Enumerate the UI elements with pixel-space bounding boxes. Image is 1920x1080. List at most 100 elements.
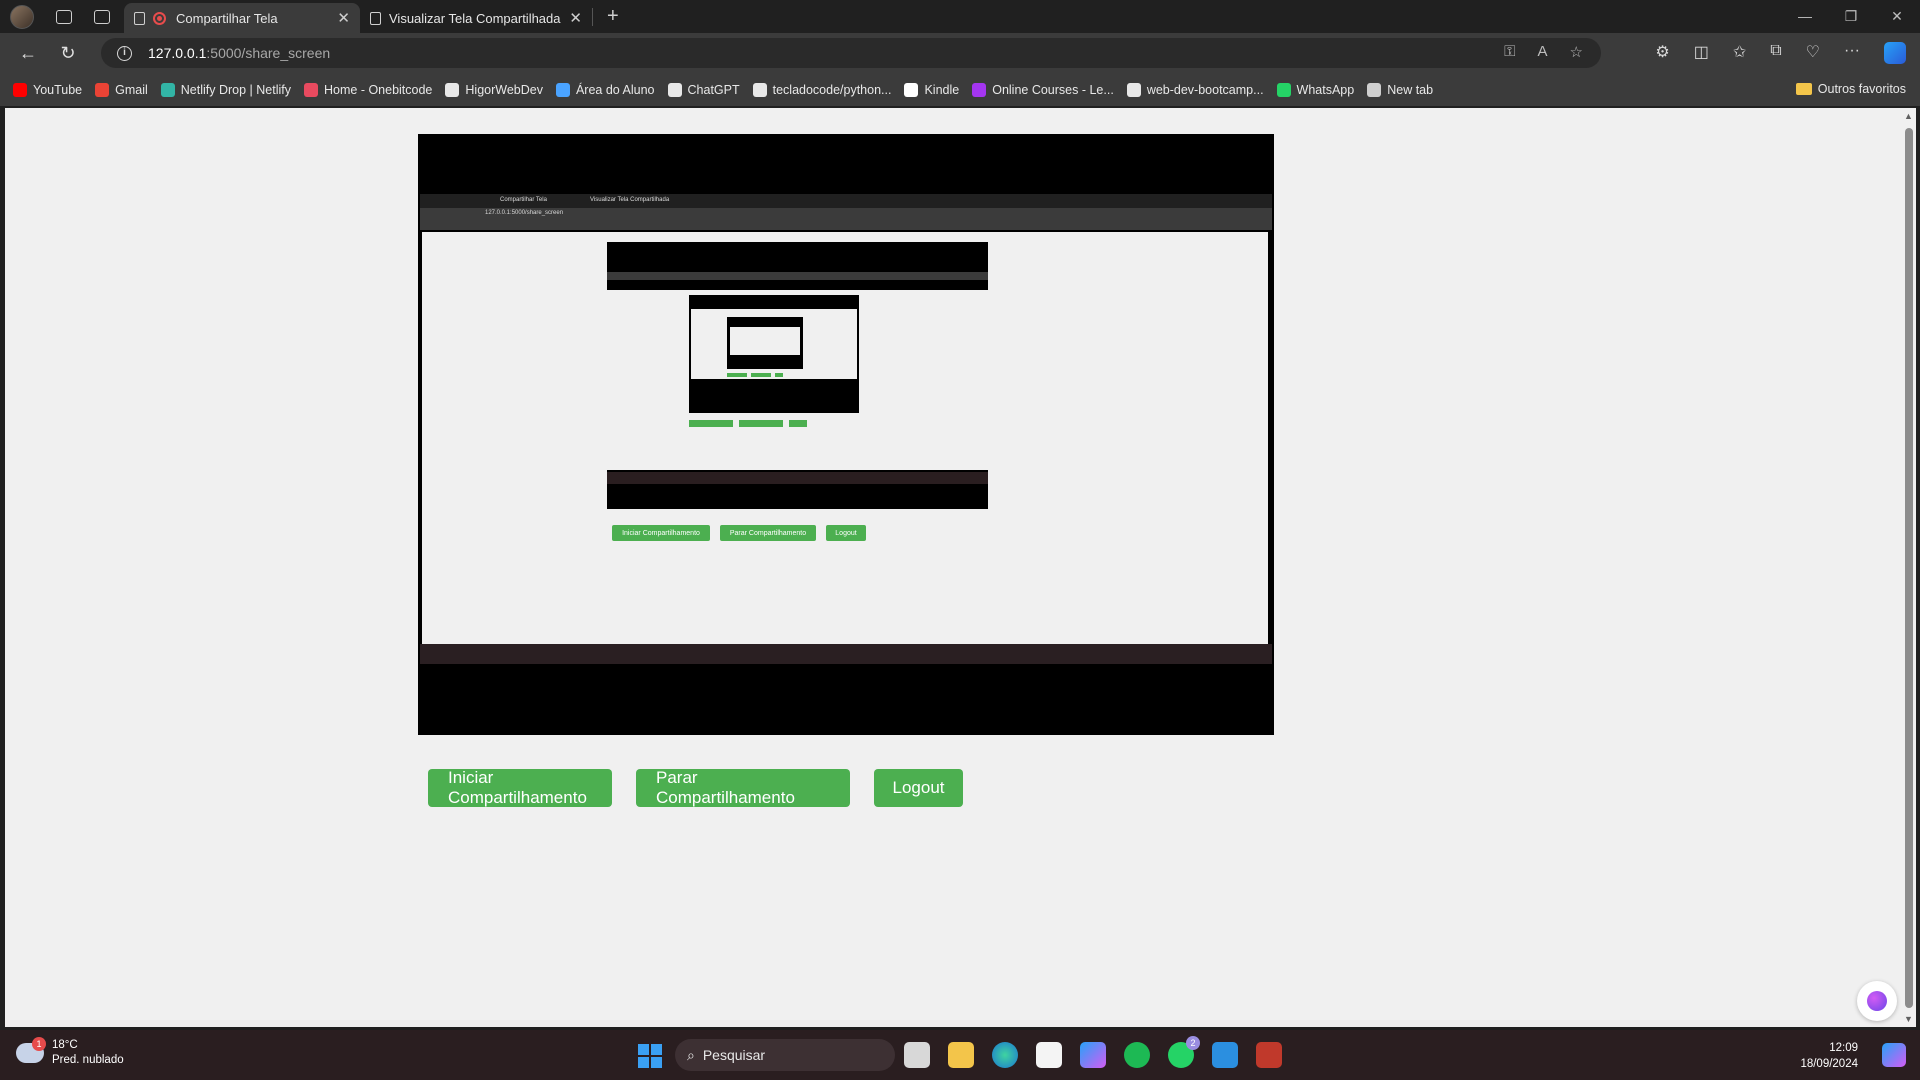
bookmark-item[interactable]: YouTube (13, 83, 82, 97)
close-window-button[interactable]: ✕ (1874, 0, 1920, 33)
file-explorer-icon[interactable] (948, 1042, 974, 1068)
copilot-app-icon[interactable] (1080, 1042, 1106, 1068)
favorite-star-icon[interactable]: ☆ (1570, 43, 1583, 61)
weather-badge: 1 (32, 1037, 46, 1051)
bookmark-label: Netlify Drop | Netlify (180, 83, 291, 97)
bookmark-item[interactable]: Área do Aluno (555, 83, 655, 97)
captured-start-button: Iniciar Compartilhamento (612, 525, 710, 541)
copilot-notification-icon[interactable] (1882, 1043, 1906, 1067)
vscode-icon[interactable] (1212, 1042, 1238, 1068)
captured-stop-button: Parar Compartilhamento (720, 525, 816, 541)
weather-desc: Pred. nublado (52, 1054, 124, 1066)
other-favorites[interactable]: Outros favoritos (1795, 82, 1906, 96)
bookmark-item[interactable]: web-dev-bootcamp... (1126, 83, 1264, 97)
scroll-down-arrow[interactable]: ▼ (1904, 1014, 1913, 1024)
folder-icon (1795, 83, 1812, 95)
taskbar-search[interactable]: ⌕ Pesquisar (675, 1039, 895, 1071)
github-icon (752, 83, 767, 97)
chatgpt-icon (667, 83, 682, 97)
bookmark-item[interactable]: Online Courses - Le... (972, 83, 1114, 97)
system-clock[interactable]: 12:09 18/09/2024 (1800, 1040, 1858, 1072)
bookmark-label: HigorWebDev (465, 83, 543, 97)
page-heading-cut: ▀ ▀▀ ▀ (465, 108, 552, 122)
site-info-icon[interactable]: i (117, 45, 132, 61)
bookmark-label: New tab (1387, 83, 1434, 97)
taskbar-apps: 2 (904, 1036, 1282, 1068)
bookmark-item[interactable]: HigorWebDev (445, 83, 543, 97)
edge-icon[interactable] (992, 1042, 1018, 1068)
tab-compartilhar-tela[interactable]: Compartilhar Tela ✕ (124, 3, 360, 33)
share-controls: Iniciar Compartilhamento Parar Compartil… (428, 768, 963, 807)
url-text[interactable]: 127.0.0.1:5000/share_screen (148, 45, 330, 61)
tab-title: Compartilhar Tela (176, 10, 278, 26)
whatsapp-icon (1276, 83, 1291, 97)
bookmark-label: WhatsApp (1296, 83, 1355, 97)
address-bar[interactable]: i 127.0.0.1:5000/share_screen ⚿ A ☆ (101, 38, 1601, 68)
minimize-button[interactable]: — (1782, 0, 1828, 33)
collections-icon[interactable]: ⧉ (1770, 42, 1781, 64)
page-scrollbar[interactable]: ▲ ▼ (1902, 108, 1916, 1027)
store-icon[interactable] (1036, 1042, 1062, 1068)
close-icon[interactable]: ✕ (337, 9, 350, 27)
clock-date: 18/09/2024 (1800, 1058, 1858, 1070)
extensions-icon[interactable]: ⚙ (1655, 42, 1669, 64)
page-icon (134, 11, 145, 25)
logout-button[interactable]: Logout (874, 769, 963, 807)
bookmark-label: ChatGPT (687, 83, 740, 97)
windows-start-icon[interactable] (638, 1044, 662, 1068)
tab-strip: Compartilhar Tela ✕ Visualizar Tela Comp… (0, 0, 1920, 33)
bookmark-item[interactable]: Gmail (95, 83, 148, 97)
key-icon[interactable]: ⚿ (1504, 43, 1515, 61)
spotify-icon[interactable] (1124, 1042, 1150, 1068)
favorites-icon[interactable]: ✩ (1733, 42, 1746, 64)
scroll-thumb[interactable] (1905, 128, 1913, 1008)
search-icon: ⌕ (687, 1046, 695, 1063)
whatsapp-icon[interactable]: 2 (1168, 1036, 1200, 1068)
kindle-icon (904, 83, 919, 97)
youtube-icon (13, 83, 27, 97)
split-screen-icon[interactable]: ◫ (1694, 42, 1709, 64)
bookmark-item[interactable]: Kindle (904, 83, 959, 97)
address-toolbar: ← ↻ i 127.0.0.1:5000/share_screen ⚿ A ☆ … (0, 33, 1920, 74)
refresh-button[interactable]: ↻ (48, 43, 88, 64)
stop-sharing-button[interactable]: Parar Compartilhamento (636, 768, 850, 807)
bookmark-item[interactable]: Home - Onebitcode (304, 83, 432, 97)
tab-title: Visualizar Tela Compartilhada (389, 10, 561, 26)
other-favorites-label: Outros favoritos (1817, 82, 1906, 96)
restore-button[interactable]: ❐ (1828, 0, 1874, 33)
tab-visualizar-tela[interactable]: Visualizar Tela Compartilhada ✕ (360, 3, 592, 33)
onebitcode-icon (304, 83, 318, 97)
close-icon[interactable]: ✕ (569, 9, 582, 27)
tab-actions-icon[interactable] (94, 9, 110, 24)
newtab-icon (1367, 83, 1382, 97)
browser-window: Compartilhar Tela ✕ Visualizar Tela Comp… (0, 0, 1920, 1080)
task-view-icon[interactable] (904, 1042, 930, 1068)
read-aloud-icon[interactable]: A (1538, 43, 1548, 61)
captured-logout-button: Logout (826, 525, 866, 541)
bookmark-item[interactable]: New tab (1367, 83, 1433, 97)
bookmark-item[interactable]: WhatsApp (1276, 83, 1355, 97)
bookmark-item[interactable]: Netlify Drop | Netlify (160, 83, 291, 97)
shared-screen-video: Compartilhar Tela Visualizar Tela Compar… (418, 134, 1274, 735)
back-button[interactable]: ← (8, 43, 48, 64)
start-sharing-button[interactable]: Iniciar Compartilhamento (428, 768, 612, 807)
weather-temp: 18°C (52, 1039, 78, 1051)
weather-widget[interactable]: 1 18°C Pred. nublado (16, 1037, 124, 1068)
copilot-icon[interactable] (1884, 42, 1906, 64)
bookmark-label: tecladocode/python... (772, 83, 892, 97)
recording-icon (153, 11, 166, 25)
bookmark-item[interactable]: tecladocode/python... (752, 83, 892, 97)
assistant-extension-icon[interactable] (1857, 981, 1897, 1021)
profile-avatar[interactable] (10, 4, 34, 29)
bookmark-label: YouTube (33, 83, 83, 97)
whatsapp-badge: 2 (1186, 1036, 1200, 1050)
more-options-icon[interactable]: ··· (1844, 42, 1860, 64)
windows-taskbar: 1 18°C Pred. nublado ⌕ Pesquisar 2 12:09… (0, 1030, 1920, 1080)
workspaces-icon[interactable] (56, 9, 72, 24)
new-tab-button[interactable]: + (607, 5, 619, 28)
browser-essentials-icon[interactable]: ♡ (1806, 42, 1820, 64)
scroll-up-arrow[interactable]: ▲ (1904, 111, 1913, 121)
clock-time: 12:09 (1829, 1042, 1858, 1054)
app-icon[interactable] (1256, 1042, 1282, 1068)
bookmark-item[interactable]: ChatGPT (667, 83, 740, 97)
